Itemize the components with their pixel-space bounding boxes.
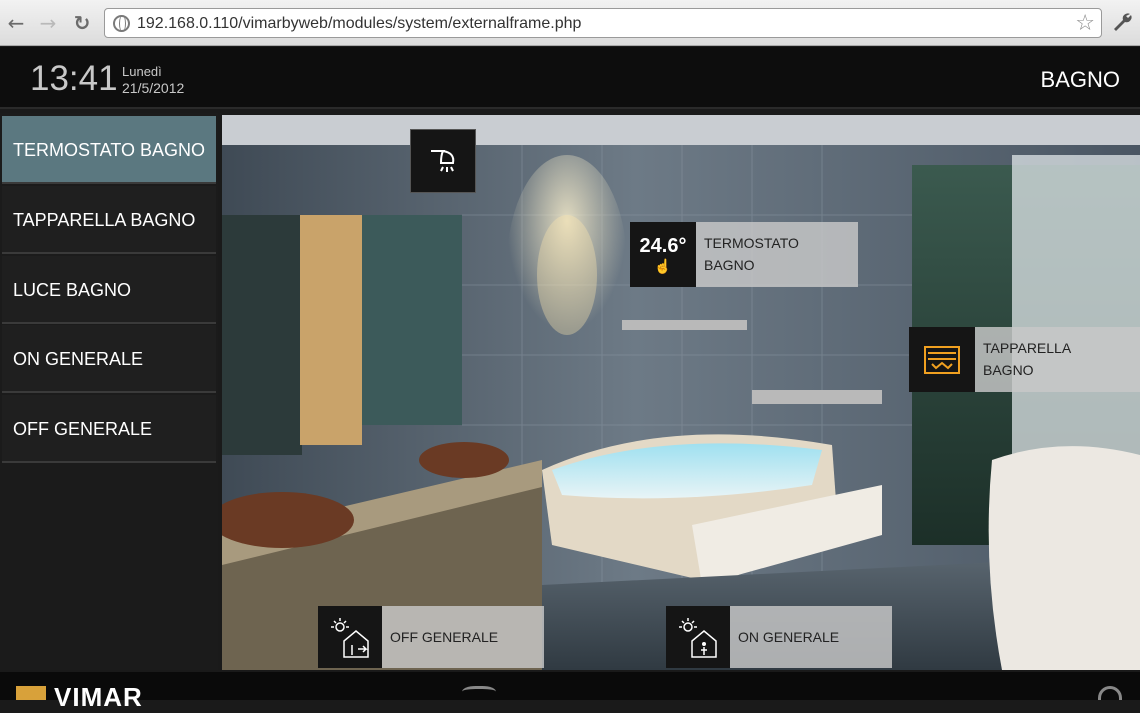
url-text[interactable]: 192.168.0.110/vimarbyweb/modules/system/… [137, 15, 581, 33]
shutter-icon-box [909, 327, 975, 392]
off-generale-icon-box [318, 606, 382, 668]
room-title: BAGNO [1040, 67, 1120, 92]
thermostat-label: TERMOSTATO BAGNO [696, 222, 807, 287]
off-generale-label: OFF GENERALE [390, 629, 499, 645]
star-icon[interactable]: ☆ [1075, 11, 1095, 36]
on-generale-label: ON GENERALE [738, 629, 840, 645]
bathroom-scene [222, 115, 1140, 670]
sidebar-item-on-generale[interactable]: ON GENERALE [2, 325, 216, 393]
forward-arrow-icon[interactable]: → [36, 11, 60, 35]
shutter-label-line1: TAPPARELLA [983, 340, 1072, 356]
on-generale-widget[interactable]: ON GENERALE [666, 606, 892, 668]
shutter-widget[interactable]: TAPPARELLA BAGNO [909, 327, 1140, 392]
hand-icon: ☝ [654, 257, 672, 274]
house-exit-icon [331, 618, 369, 658]
sidebar-item-off-generale[interactable]: OFF GENERALE [2, 395, 216, 463]
reload-icon[interactable]: ↻ [70, 11, 94, 35]
wrench-icon[interactable] [1110, 10, 1134, 34]
thermostat-label-line1: TERMOSTATO [704, 235, 799, 251]
shutter-label-line2: BAGNO [983, 362, 1034, 378]
bathroom-photo [222, 115, 1140, 670]
back-arrow-icon[interactable]: ← [4, 11, 28, 35]
on-generale-icon-box [666, 606, 730, 668]
temperature-value: 24.6° [639, 234, 687, 257]
vimar-logo-text: VIMAR [54, 682, 143, 712]
off-generale-widget[interactable]: OFF GENERALE [318, 606, 544, 668]
sidebar-item-luce-bagno[interactable]: LUCE BAGNO [2, 256, 216, 324]
browser-toolbar: ← → ↻ 192.168.0.110/vimarbyweb/modules/s… [0, 0, 1140, 46]
weekday: Lunedì [122, 64, 162, 79]
sidebar-item-termostato-bagno[interactable]: TERMOSTATO BAGNO [2, 116, 216, 184]
settings-icon[interactable] [1098, 686, 1122, 700]
date: 21/5/2012 [122, 80, 185, 96]
app-header: 13:41 Lunedì 21/5/2012 BAGNO [0, 47, 1140, 109]
thermostat-value-box: 24.6° ☝ [630, 222, 696, 287]
shower-button[interactable] [410, 129, 476, 193]
vimar-logo-icon [16, 686, 46, 700]
sidebar: TERMOSTATO BAGNO TAPPARELLA BAGNO LUCE B… [0, 113, 218, 670]
app-footer: VIMAR [0, 672, 1140, 712]
shutter-label: TAPPARELLA BAGNO [975, 327, 1079, 392]
address-bar[interactable]: 192.168.0.110/vimarbyweb/modules/system/… [104, 8, 1102, 38]
house-person-icon [679, 618, 717, 658]
back-arrow-icon[interactable] [462, 686, 496, 700]
thermostat-widget[interactable]: 24.6° ☝ TERMOSTATO BAGNO [630, 222, 858, 287]
thermostat-label-line2: BAGNO [704, 257, 755, 273]
globe-icon [113, 15, 130, 32]
clock-time: 13:41 [30, 59, 118, 98]
shutter-icon [924, 345, 960, 374]
sidebar-item-tapparella-bagno[interactable]: TAPPARELLA BAGNO [2, 186, 216, 254]
shower-icon [431, 150, 455, 172]
